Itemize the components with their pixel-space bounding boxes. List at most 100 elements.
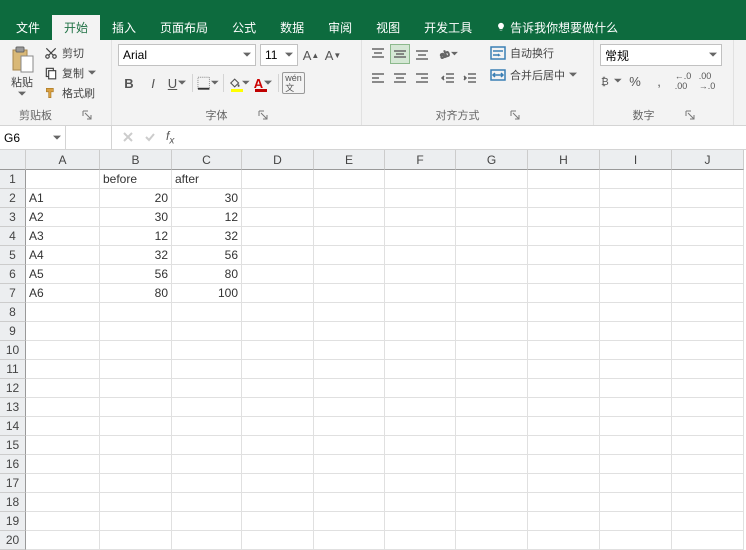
decrease-indent-button[interactable] bbox=[438, 68, 458, 88]
tab-data[interactable]: 数据 bbox=[268, 15, 316, 40]
column-header[interactable]: C bbox=[172, 150, 242, 170]
cell[interactable] bbox=[528, 531, 600, 550]
cell[interactable] bbox=[26, 531, 100, 550]
align-top-button[interactable] bbox=[368, 44, 388, 64]
cell[interactable] bbox=[26, 417, 100, 436]
orientation-button[interactable]: ab bbox=[438, 44, 458, 64]
cell[interactable] bbox=[314, 512, 385, 531]
cell[interactable] bbox=[600, 531, 672, 550]
cell[interactable] bbox=[672, 341, 744, 360]
cell[interactable] bbox=[600, 474, 672, 493]
cell[interactable] bbox=[600, 208, 672, 227]
cell[interactable] bbox=[172, 341, 242, 360]
cell[interactable] bbox=[385, 455, 456, 474]
cell[interactable] bbox=[26, 170, 100, 189]
cell[interactable] bbox=[26, 322, 100, 341]
cell[interactable] bbox=[385, 322, 456, 341]
cell[interactable]: 30 bbox=[172, 189, 242, 208]
border-button[interactable] bbox=[197, 72, 219, 94]
cell[interactable] bbox=[456, 360, 528, 379]
cut-button[interactable]: 剪切 bbox=[40, 44, 100, 62]
cell[interactable] bbox=[26, 455, 100, 474]
cell[interactable]: A1 bbox=[26, 189, 100, 208]
row-header[interactable]: 6 bbox=[0, 265, 26, 284]
cell[interactable] bbox=[600, 246, 672, 265]
cell[interactable] bbox=[242, 493, 314, 512]
cell[interactable] bbox=[528, 303, 600, 322]
increase-decimal-button[interactable]: ←.0.00 bbox=[672, 70, 694, 92]
align-center-button[interactable] bbox=[390, 68, 410, 88]
cell[interactable] bbox=[600, 322, 672, 341]
cell[interactable] bbox=[600, 398, 672, 417]
cell[interactable] bbox=[242, 474, 314, 493]
cell[interactable] bbox=[26, 398, 100, 417]
select-all-corner[interactable] bbox=[0, 150, 26, 170]
cell[interactable] bbox=[26, 360, 100, 379]
row-header[interactable]: 10 bbox=[0, 341, 26, 360]
cell[interactable] bbox=[600, 341, 672, 360]
cell[interactable] bbox=[242, 322, 314, 341]
cell[interactable] bbox=[26, 303, 100, 322]
cell[interactable] bbox=[528, 341, 600, 360]
cancel-icon[interactable] bbox=[122, 131, 134, 143]
increase-font-size-button[interactable]: A▲ bbox=[302, 46, 320, 64]
cell[interactable] bbox=[100, 303, 172, 322]
row-header[interactable]: 16 bbox=[0, 455, 26, 474]
cell[interactable] bbox=[528, 493, 600, 512]
cell[interactable] bbox=[242, 436, 314, 455]
cell[interactable] bbox=[100, 474, 172, 493]
cell[interactable]: before bbox=[100, 170, 172, 189]
cell[interactable] bbox=[528, 227, 600, 246]
cell[interactable] bbox=[672, 170, 744, 189]
tab-view[interactable]: 视图 bbox=[364, 15, 412, 40]
cell[interactable] bbox=[528, 436, 600, 455]
cell[interactable] bbox=[314, 379, 385, 398]
decrease-font-size-button[interactable]: A▼ bbox=[324, 46, 342, 64]
cell[interactable] bbox=[600, 455, 672, 474]
row-header[interactable]: 9 bbox=[0, 322, 26, 341]
cell[interactable]: 100 bbox=[172, 284, 242, 303]
cell[interactable] bbox=[528, 474, 600, 493]
row-header[interactable]: 12 bbox=[0, 379, 26, 398]
cell[interactable] bbox=[172, 493, 242, 512]
cell[interactable] bbox=[172, 474, 242, 493]
column-header[interactable]: I bbox=[600, 150, 672, 170]
column-header[interactable]: F bbox=[385, 150, 456, 170]
phonetic-guide-button[interactable]: wén文 bbox=[283, 72, 305, 94]
cell[interactable] bbox=[26, 436, 100, 455]
row-header[interactable]: 15 bbox=[0, 436, 26, 455]
cell[interactable] bbox=[456, 170, 528, 189]
accounting-format-button[interactable]: ₿ bbox=[600, 70, 622, 92]
tell-me[interactable]: 告诉我你想要做什么 bbox=[484, 15, 630, 40]
cell[interactable] bbox=[528, 455, 600, 474]
cell[interactable] bbox=[385, 531, 456, 550]
cell[interactable] bbox=[242, 512, 314, 531]
cell[interactable] bbox=[385, 246, 456, 265]
cell[interactable] bbox=[385, 493, 456, 512]
tab-review[interactable]: 审阅 bbox=[316, 15, 364, 40]
cell[interactable] bbox=[456, 417, 528, 436]
name-box-input[interactable] bbox=[4, 131, 44, 145]
tab-formulas[interactable]: 公式 bbox=[220, 15, 268, 40]
cell[interactable]: A3 bbox=[26, 227, 100, 246]
cell[interactable] bbox=[385, 284, 456, 303]
cell[interactable] bbox=[672, 436, 744, 455]
cell[interactable] bbox=[314, 170, 385, 189]
cell[interactable] bbox=[456, 341, 528, 360]
font-name-select[interactable]: Arial bbox=[118, 44, 256, 66]
cell[interactable] bbox=[242, 398, 314, 417]
cell[interactable] bbox=[385, 208, 456, 227]
cell[interactable] bbox=[172, 531, 242, 550]
cell[interactable] bbox=[456, 493, 528, 512]
row-header[interactable]: 14 bbox=[0, 417, 26, 436]
cell[interactable] bbox=[600, 284, 672, 303]
cell[interactable] bbox=[600, 436, 672, 455]
cell[interactable] bbox=[242, 170, 314, 189]
bold-button[interactable]: B bbox=[118, 72, 140, 94]
chevron-down-icon[interactable] bbox=[53, 134, 61, 142]
cell[interactable]: 30 bbox=[100, 208, 172, 227]
cell[interactable] bbox=[456, 474, 528, 493]
cell[interactable] bbox=[242, 284, 314, 303]
cell[interactable] bbox=[242, 227, 314, 246]
cell[interactable]: 12 bbox=[100, 227, 172, 246]
